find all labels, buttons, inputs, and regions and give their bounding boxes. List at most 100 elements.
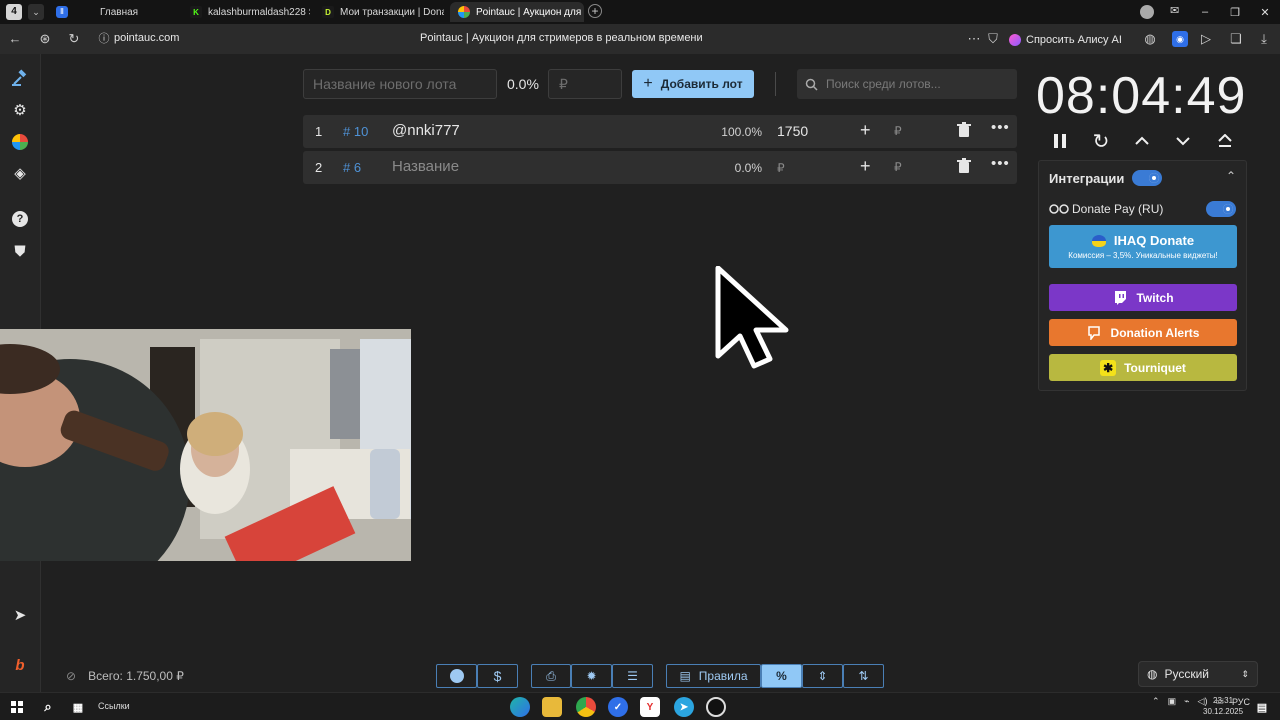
file-explorer-icon[interactable]	[542, 697, 562, 717]
donate-pay-toggle[interactable]	[1206, 201, 1236, 217]
currency-input-icon[interactable]: ₽	[894, 160, 902, 174]
tab-home[interactable]: Главная	[82, 2, 182, 22]
protect-icon[interactable]: ⊛	[37, 31, 53, 47]
links-toolbar-label[interactable]: Ссылки	[98, 701, 130, 711]
currency-input-icon[interactable]: ₽	[894, 124, 902, 138]
add-amount-icon[interactable]: +	[860, 120, 871, 141]
system-clock[interactable]: 23:31 30.12.2025	[1203, 695, 1243, 717]
tray-chevron-icon[interactable]: ⌃	[1152, 696, 1160, 707]
help-icon[interactable]: ?	[9, 208, 31, 230]
tourniquet-button[interactable]: ✱ Tourniquet	[1049, 354, 1237, 381]
more-options-icon[interactable]: •••	[991, 155, 1010, 172]
notifications-bell-icon[interactable]: ✉	[1170, 4, 1179, 17]
add-amount-icon[interactable]: +	[860, 156, 871, 177]
close-tab-icon[interactable]: ✕	[581, 7, 584, 18]
trash-icon[interactable]	[957, 158, 971, 174]
new-lot-amount-input[interactable]	[548, 69, 622, 99]
ihaq-donate-button[interactable]: IHAQ Donate Комиссия – 3,5%. Уникальные …	[1049, 225, 1237, 268]
yandex-browser-icon[interactable]: Y	[640, 697, 660, 717]
windows-start-icon[interactable]	[7, 697, 27, 717]
back-arrow-icon[interactable]: ←	[7, 31, 23, 47]
more-options-icon[interactable]: •••	[991, 119, 1010, 136]
decrease-time-icon[interactable]	[1171, 130, 1195, 152]
total-amount-label: Всего: 1.750,00 ₽	[88, 669, 184, 683]
clear-lots-button[interactable]: ☰	[612, 664, 653, 688]
lot-search-input[interactable]	[824, 76, 1004, 92]
bookmark-icon[interactable]: ⛉	[985, 31, 1001, 47]
save-button[interactable]: ⎙	[531, 664, 571, 688]
new-tab-button[interactable]: +	[588, 4, 602, 18]
github-button[interactable]	[436, 664, 477, 688]
double-increase-icon[interactable]	[1213, 130, 1237, 152]
lot-index: 1	[315, 124, 323, 139]
chrome-icon[interactable]	[576, 697, 596, 717]
lot-row[interactable]: 2 # 6 Название 0.0% ₽ + ₽ •••	[303, 151, 1017, 184]
chevron-up-icon[interactable]: ⌃	[1226, 169, 1236, 183]
lot-amount[interactable]: ₽	[777, 161, 785, 175]
trash-icon[interactable]	[957, 122, 971, 138]
new-lot-name-input[interactable]	[303, 69, 497, 99]
wheel-icon[interactable]	[9, 131, 31, 153]
restore-icon[interactable]: ❐	[1220, 6, 1250, 19]
layers-icon[interactable]: ◈	[9, 162, 31, 184]
compress-icon: ⇕	[817, 669, 828, 683]
url-text[interactable]: pointauc.com	[114, 32, 179, 44]
task-view-icon[interactable]: ▦	[68, 697, 88, 717]
increase-time-icon[interactable]	[1130, 130, 1154, 152]
extension-icon[interactable]: ◉	[1172, 31, 1188, 47]
add-lot-label: Добавить лот	[660, 77, 743, 91]
add-lot-button[interactable]: + Добавить лот	[632, 70, 754, 98]
boosty-icon[interactable]: b	[9, 654, 31, 676]
telegram-app-icon[interactable]: ➤	[674, 697, 694, 717]
integrations-toggle[interactable]	[1132, 170, 1162, 186]
media-icon[interactable]: ▷	[1198, 31, 1214, 47]
lot-search[interactable]	[797, 69, 1017, 99]
site-info-icon[interactable]: ⓘ	[96, 31, 112, 47]
pinned-tab-icon[interactable]: Ⅱ	[56, 6, 68, 18]
sort-button[interactable]: ⇅	[843, 664, 884, 688]
search-icon[interactable]: ⌕	[38, 697, 58, 717]
lot-amount[interactable]: 1750	[777, 123, 808, 139]
tray-app-icon[interactable]: ▣	[1168, 696, 1177, 707]
language-select[interactable]: ◍ Русский ⇕	[1138, 661, 1258, 687]
close-window-icon[interactable]: ✕	[1250, 6, 1280, 19]
network-icon[interactable]: ⌁	[1184, 696, 1189, 707]
lot-name[interactable]: @nnki777	[392, 122, 460, 139]
reload-icon[interactable]: ↻	[66, 31, 82, 47]
download-icon[interactable]: ⤓	[1256, 31, 1272, 47]
eye-off-icon[interactable]: ⊘	[66, 669, 76, 683]
lot-id[interactable]: # 10	[343, 124, 368, 139]
lot-name[interactable]: Название	[392, 158, 459, 175]
compact-view-button[interactable]: ⇕	[802, 664, 843, 688]
profile-avatar[interactable]	[1140, 5, 1154, 19]
twitch-button[interactable]: Twitch	[1049, 284, 1237, 311]
donation-alerts-button[interactable]: Donation Alerts	[1049, 319, 1237, 346]
notification-center-icon[interactable]: ▤	[1252, 697, 1272, 717]
percent-toggle-button[interactable]: %	[761, 664, 802, 688]
rules-button[interactable]: ▤ Правила	[666, 664, 761, 688]
tab-kick-stream[interactable]: K kalashburmaldash228 Stre	[190, 2, 310, 22]
lot-id[interactable]: # 6	[343, 160, 361, 175]
tab-menu-chevron-icon[interactable]: ⌄	[28, 4, 44, 20]
minimize-icon[interactable]: –	[1190, 6, 1220, 18]
lot-row[interactable]: 1 # 10 @nnki777 100.0% 1750 + ₽ •••	[303, 115, 1017, 148]
pause-icon[interactable]	[1048, 130, 1072, 152]
more-dots-icon[interactable]: ⋯	[966, 31, 982, 47]
obs-icon[interactable]	[706, 697, 726, 717]
globe-icon[interactable]: ◍	[1142, 31, 1158, 47]
tab-donate-transactions[interactable]: D Мои транзакции | Donate	[322, 2, 444, 22]
shield-icon[interactable]: ⛊	[9, 240, 31, 262]
tab-count-badge[interactable]: 4	[6, 4, 22, 20]
ask-alice-button[interactable]: Спросить Алису AI	[1009, 30, 1122, 49]
app-check-icon[interactable]: ✓	[608, 697, 628, 717]
settings-gear-icon[interactable]: ⚙	[9, 99, 31, 121]
reset-icon[interactable]: ↻	[1089, 130, 1113, 153]
browser-tab-strip: 4 ⌄ Ⅱ Главная K kalashburmaldash228 Stre…	[0, 0, 1280, 24]
telegram-icon[interactable]: ➤	[9, 604, 31, 626]
report-bug-button[interactable]: ✹	[571, 664, 612, 688]
edge-icon[interactable]	[510, 697, 530, 717]
tab-pointauc[interactable]: Pointauc | Аукцион для ✕	[450, 2, 584, 22]
collections-icon[interactable]: ❏	[1228, 31, 1244, 47]
auction-hammer-icon[interactable]	[9, 67, 31, 89]
donate-support-button[interactable]: $	[477, 664, 518, 688]
